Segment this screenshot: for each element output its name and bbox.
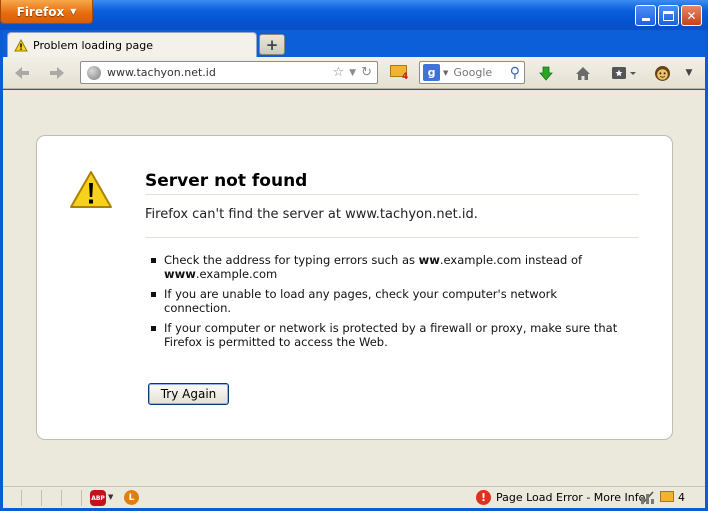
mail-notifier-button[interactable]: 4 bbox=[388, 63, 412, 83]
close-icon: ✕ bbox=[686, 8, 697, 23]
maximize-icon bbox=[663, 10, 674, 21]
chevron-down-icon: ▼ bbox=[70, 7, 77, 16]
error-page-container: Server not found Firefox can't find the … bbox=[36, 135, 673, 440]
home-icon bbox=[576, 66, 590, 80]
try-again-button[interactable]: Try Again bbox=[148, 383, 229, 405]
tab-title: Problem loading page bbox=[33, 39, 153, 52]
suggestion-text: .example.com instead of bbox=[439, 253, 583, 267]
bookmarks-button[interactable] bbox=[609, 63, 639, 83]
chevron-down-icon: ▼ bbox=[685, 68, 693, 78]
error-title: Server not found bbox=[145, 171, 639, 195]
search-engine-icon[interactable]: g bbox=[423, 64, 440, 81]
error-suggestions-list: Check the address for typing errors such… bbox=[151, 253, 621, 355]
browser-window: Firefox ▼ ✕ Problem loading page + www.t… bbox=[0, 0, 708, 511]
connection-status-icon bbox=[641, 491, 654, 505]
tab-problem-loading[interactable]: Problem loading page bbox=[7, 32, 257, 58]
minimize-icon bbox=[641, 18, 650, 21]
search-icon[interactable]: ⚲ bbox=[510, 65, 520, 81]
greasemonkey-menu-button[interactable]: ▼ bbox=[681, 63, 697, 83]
mail-count: 4 bbox=[678, 491, 685, 504]
greasemonkey-icon bbox=[654, 65, 670, 81]
bookmarks-icon bbox=[612, 67, 636, 79]
new-tab-button[interactable]: + bbox=[259, 34, 285, 55]
history-dropdown-icon[interactable]: ▼ bbox=[349, 68, 356, 78]
list-item: Check the address for typing errors such… bbox=[151, 253, 621, 281]
star-icon[interactable]: ☆ bbox=[333, 65, 345, 80]
back-button[interactable] bbox=[11, 63, 33, 83]
forward-arrow-icon bbox=[50, 67, 64, 79]
maximize-button[interactable] bbox=[658, 5, 679, 26]
greasemonkey-button[interactable] bbox=[651, 63, 673, 83]
error-description: Firefox can't find the server at www.tac… bbox=[145, 207, 639, 238]
chevron-down-icon[interactable]: ▼ bbox=[443, 69, 448, 77]
address-bar[interactable]: www.tachyon.net.id ☆ ▼ ↻ bbox=[80, 61, 378, 84]
list-item: If your computer or network is protected… bbox=[151, 321, 621, 349]
status-divider bbox=[61, 490, 62, 506]
extension-icon[interactable]: L bbox=[124, 490, 139, 505]
forward-button[interactable] bbox=[46, 63, 68, 83]
mail-count: 4 bbox=[402, 72, 409, 82]
status-text[interactable]: Page Load Error - More Info bbox=[496, 491, 645, 504]
download-icon bbox=[539, 66, 553, 81]
abp-icon[interactable]: ABP bbox=[90, 490, 106, 506]
tab-strip: Problem loading page + bbox=[3, 30, 705, 58]
list-item: If you are unable to load any pages, che… bbox=[151, 287, 621, 315]
navigation-bar: www.tachyon.net.id ☆ ▼ ↻ 4 g ▼ Google ⚲ … bbox=[3, 57, 705, 89]
suggestion-text: .example.com bbox=[195, 267, 278, 281]
warning-icon bbox=[14, 39, 28, 52]
title-bar: Firefox ▼ ✕ bbox=[0, 0, 708, 30]
status-divider bbox=[81, 490, 82, 506]
status-bar: ABP ▼ L ! Page Load Error - More Info 4 bbox=[3, 486, 705, 508]
url-text[interactable]: www.tachyon.net.id bbox=[107, 66, 333, 79]
suggestion-bold: ww bbox=[418, 253, 440, 267]
search-input[interactable]: Google bbox=[453, 66, 509, 79]
globe-icon bbox=[87, 65, 101, 80]
search-bar[interactable]: g ▼ Google ⚲ bbox=[419, 61, 525, 84]
plus-icon: + bbox=[265, 35, 279, 54]
page-content: Server not found Firefox can't find the … bbox=[3, 90, 705, 486]
reload-icon[interactable]: ↻ bbox=[361, 65, 372, 80]
close-button[interactable]: ✕ bbox=[681, 5, 702, 26]
warning-icon bbox=[70, 171, 112, 208]
error-icon: ! bbox=[476, 490, 491, 505]
mail-icon[interactable] bbox=[660, 491, 674, 502]
home-button[interactable] bbox=[572, 63, 594, 83]
downloads-button[interactable] bbox=[535, 63, 557, 83]
suggestion-text: Check the address for typing errors such… bbox=[164, 253, 419, 267]
chevron-down-icon[interactable]: ▼ bbox=[108, 493, 113, 501]
firefox-menu-label: Firefox bbox=[16, 4, 65, 19]
suggestion-bold: www bbox=[164, 267, 196, 281]
minimize-button[interactable] bbox=[635, 5, 656, 26]
status-divider bbox=[41, 490, 42, 506]
firefox-menu-button[interactable]: Firefox ▼ bbox=[0, 0, 93, 24]
status-divider bbox=[21, 490, 22, 506]
back-arrow-icon bbox=[15, 67, 29, 79]
